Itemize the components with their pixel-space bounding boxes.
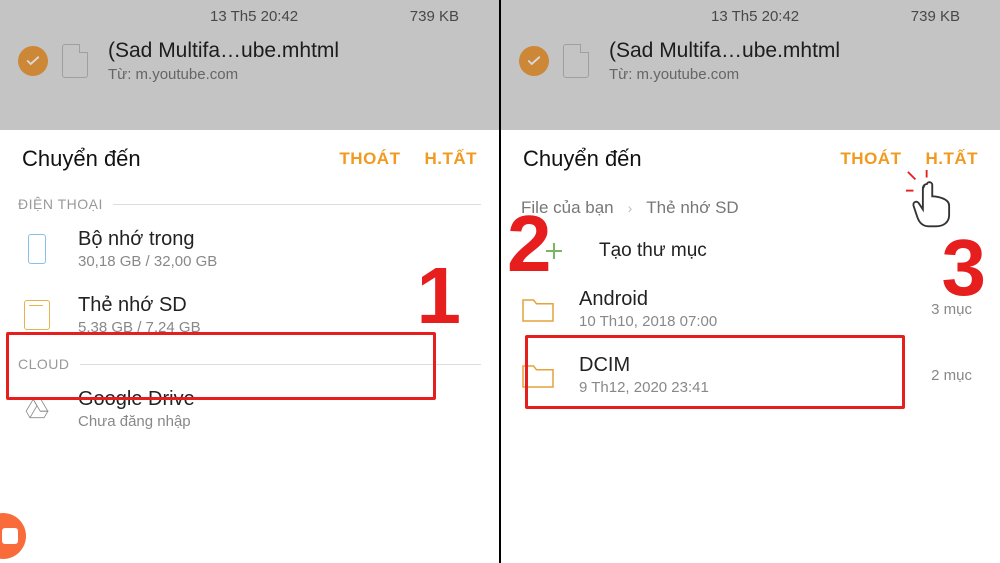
bg-source: Từ: m.youtube.com [108, 66, 339, 83]
folder-icon [519, 356, 557, 394]
chevron-right-icon: › [628, 200, 633, 216]
drive-subtitle: Chưa đăng nhập [78, 413, 195, 430]
folder-subtitle: 9 Th12, 2020 23:41 [579, 379, 709, 396]
bg-filesize: 739 KB [911, 8, 960, 25]
sd-card-icon [18, 296, 56, 334]
create-folder-label: Tạo thư mục [599, 240, 707, 262]
bg-timestamp: 13 Th5 20:42 [210, 8, 298, 25]
breadcrumb-current: Thẻ nhớ SD [646, 198, 738, 218]
internal-title: Bộ nhớ trong [78, 228, 217, 251]
bg-filename: (Sad Multifa…ube.mhtml [108, 39, 339, 63]
folder-dcim[interactable]: DCIM 9 Th12, 2020 23:41 2 mục [501, 342, 1000, 408]
folder-android[interactable]: Android 10 Th10, 2018 07:00 3 mục [501, 276, 1000, 342]
bg-filename: (Sad Multifa…ube.mhtml [609, 39, 840, 63]
panel-right: 13 Th5 20:42 739 KB (Sad Multifa…ube.mht… [501, 0, 1000, 563]
background-dimmed: 13 Th5 20:42 739 KB (Sad Multifa…ube.mht… [501, 0, 1000, 130]
panel-left: 13 Th5 20:42 739 KB (Sad Multifa…ube.mht… [0, 0, 499, 563]
file-icon [62, 44, 88, 78]
sheet-title: Chuyển đến [523, 146, 642, 172]
bg-source: Từ: m.youtube.com [609, 66, 840, 83]
storage-google-drive[interactable]: Google Drive Chưa đăng nhập [0, 376, 499, 442]
bg-filesize: 739 KB [410, 8, 459, 25]
cancel-button[interactable]: THOÁT [840, 149, 901, 169]
sd-subtitle: 5,38 GB / 7,24 GB [78, 319, 201, 336]
hand-pointer-icon [906, 170, 966, 230]
step-number-1: 1 [417, 250, 462, 342]
done-button[interactable]: H.TẤT [424, 149, 477, 169]
create-folder-button[interactable]: Tạo thư mục [501, 226, 1000, 276]
checkmark-icon [519, 46, 549, 76]
phone-icon [18, 230, 56, 268]
bg-timestamp: 13 Th5 20:42 [711, 8, 799, 25]
step-number-3: 3 [942, 222, 987, 314]
move-to-sheet: Chuyển đến THOÁT H.TẤT ĐIỆN THOẠI Bộ nhớ… [0, 130, 499, 563]
done-button[interactable]: H.TẤT [917, 145, 986, 173]
folder-subtitle: 10 Th10, 2018 07:00 [579, 313, 717, 330]
sheet-title: Chuyển đến [22, 146, 141, 172]
checkmark-icon [18, 46, 48, 76]
step-number-2: 2 [507, 198, 552, 290]
background-dimmed: 13 Th5 20:42 739 KB (Sad Multifa…ube.mht… [0, 0, 499, 130]
google-drive-icon [18, 390, 56, 428]
cancel-button[interactable]: THOÁT [339, 149, 400, 169]
internal-subtitle: 30,18 GB / 32,00 GB [78, 253, 217, 270]
section-cloud-label: CLOUD [0, 348, 499, 376]
folder-count: 2 mục [931, 367, 972, 384]
sd-title: Thẻ nhớ SD [78, 294, 201, 317]
drive-title: Google Drive [78, 388, 195, 411]
folder-name: Android [579, 288, 717, 311]
folder-name: DCIM [579, 354, 709, 377]
folder-icon [519, 290, 557, 328]
file-icon [563, 44, 589, 78]
section-phone-label: ĐIỆN THOẠI [0, 188, 499, 216]
